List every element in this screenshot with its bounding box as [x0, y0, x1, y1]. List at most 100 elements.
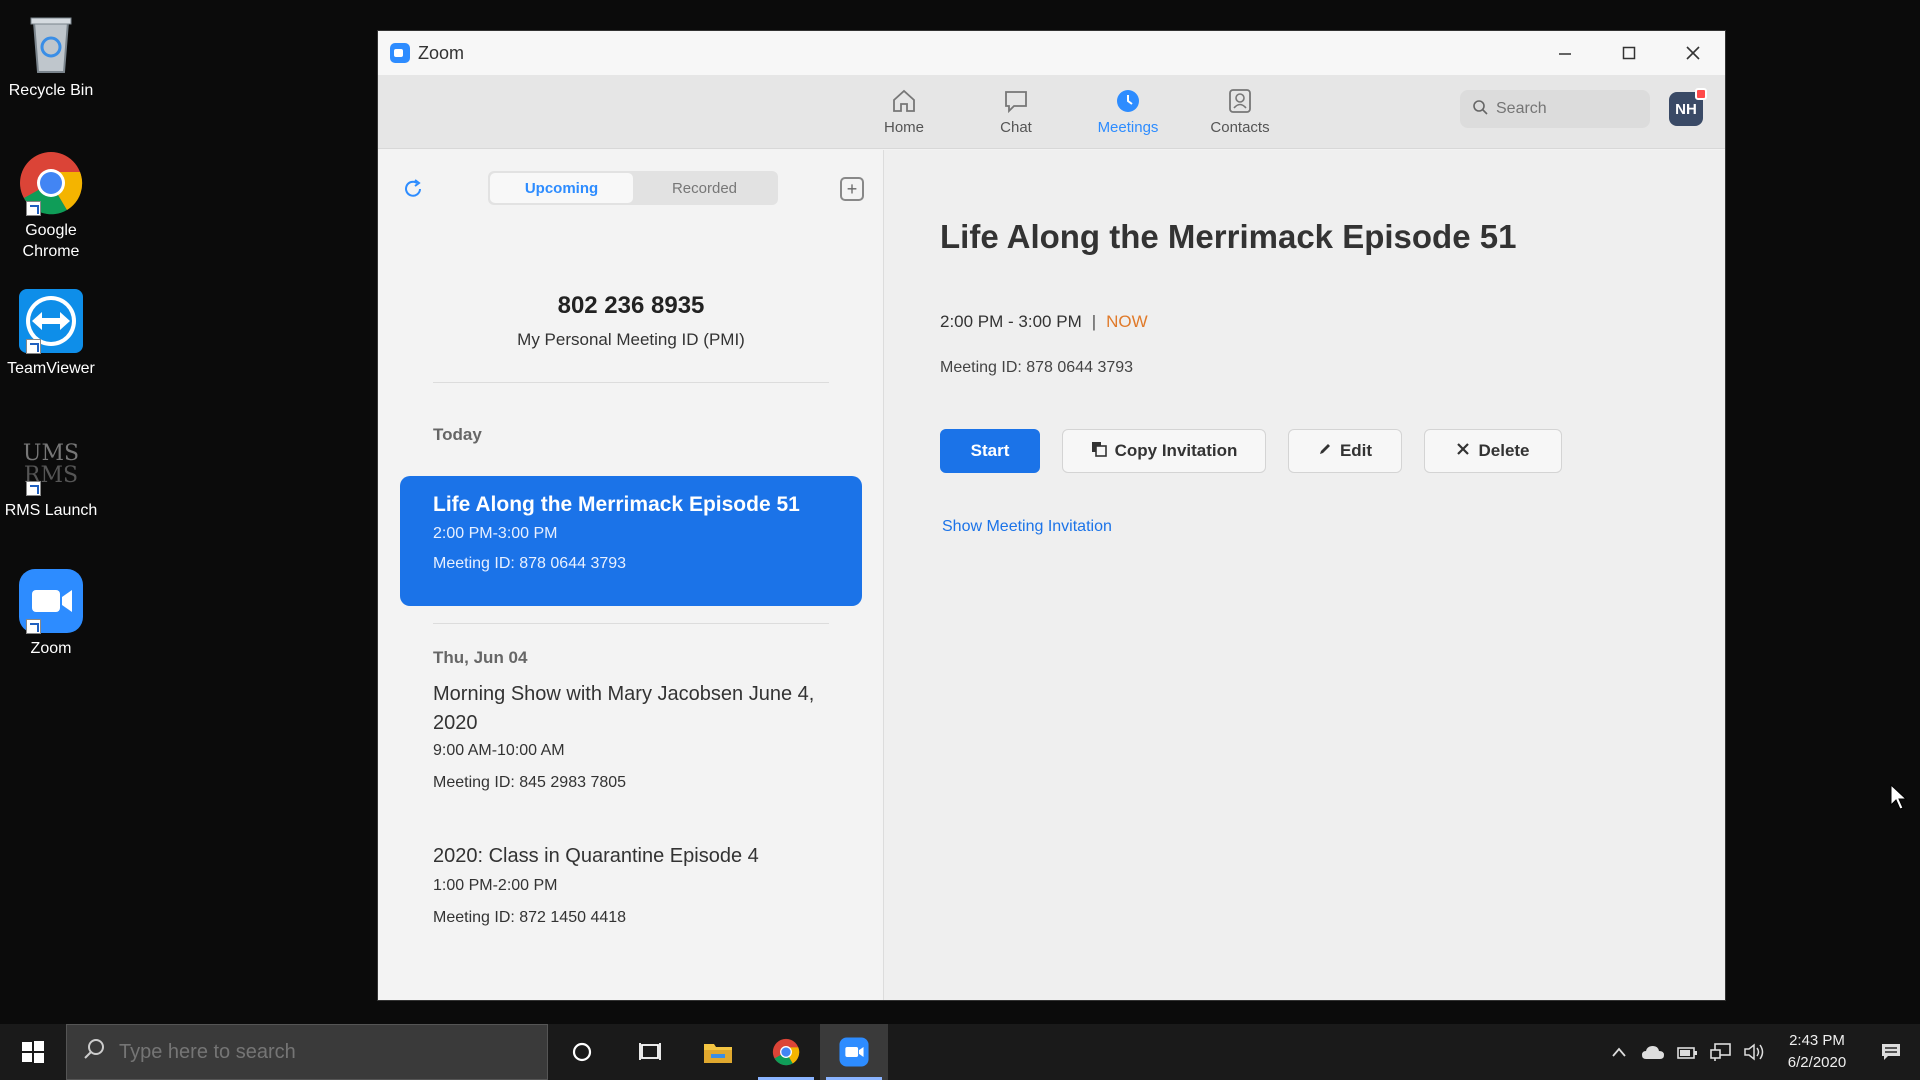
zoom-icon: [18, 568, 84, 634]
teamviewer-icon: [18, 288, 84, 354]
meeting-item[interactable]: 2020: Class in Quarantine Episode 4 1:00…: [400, 842, 840, 927]
desktop-icon-zoom[interactable]: Zoom: [0, 568, 102, 659]
meetings-list-pane: Upcoming Recorded + 802 236 8935 My Pers…: [378, 150, 884, 1000]
copy-invitation-button[interactable]: Copy Invitation: [1062, 429, 1266, 473]
meeting-detail-pane: Life Along the Merrimack Episode 51 2:00…: [884, 150, 1725, 1000]
tab-label: Contacts: [1210, 119, 1270, 136]
desktop-icon-google-chrome[interactable]: Google Chrome: [0, 150, 102, 262]
avatar-initials: NH: [1675, 100, 1697, 118]
main-content: Upcoming Recorded + 802 236 8935 My Pers…: [378, 150, 1725, 1000]
chevron-up-icon: [1612, 1047, 1626, 1057]
task-view-icon: [639, 1043, 661, 1060]
desktop-icon-rms-launch[interactable]: UMS RMS RMS Launch: [0, 430, 102, 521]
desktop-icon-recycle-bin[interactable]: Recycle Bin: [0, 10, 102, 101]
edit-button[interactable]: Edit: [1288, 429, 1402, 473]
taskbar-search-input[interactable]: [119, 1040, 539, 1064]
detail-meeting-id: Meeting ID: 878 0644 3793: [940, 359, 1134, 376]
clock-date: 6/2/2020: [1787, 1054, 1847, 1071]
action-buttons: Start Copy Invitation Edit Delete: [940, 429, 1584, 473]
taskbar-zoom-button[interactable]: [820, 1024, 888, 1080]
battery-button[interactable]: [1670, 1043, 1704, 1061]
search-box[interactable]: [1460, 90, 1650, 128]
copy-icon: [1091, 441, 1107, 462]
meeting-title: 2020: Class in Quarantine Episode 4: [433, 845, 759, 867]
close-icon: [1686, 46, 1700, 60]
tab-home[interactable]: Home: [848, 87, 960, 136]
cortana-button[interactable]: [548, 1024, 616, 1080]
maximize-icon: [1622, 46, 1636, 60]
x-icon: [1456, 442, 1470, 461]
tab-contacts[interactable]: Contacts: [1184, 87, 1296, 136]
action-center-button[interactable]: [1862, 1042, 1920, 1062]
battery-icon: [1677, 1047, 1697, 1059]
contacts-icon: [1226, 87, 1254, 115]
title-bar[interactable]: Zoom: [378, 31, 1725, 75]
meeting-id: Meeting ID: 878 0644 3793: [433, 555, 627, 572]
chat-icon: [1002, 87, 1030, 115]
tab-upcoming[interactable]: Upcoming: [490, 173, 633, 203]
zoom-icon: [839, 1037, 869, 1067]
show-meeting-invitation-link[interactable]: Show Meeting Invitation: [942, 518, 1112, 536]
cortana-icon: [572, 1042, 592, 1062]
meeting-id: Meeting ID: 845 2983 7805: [433, 774, 627, 791]
avatar[interactable]: NH: [1669, 88, 1707, 126]
meeting-id: Meeting ID: 872 1450 4418: [433, 909, 627, 926]
section-label-today: Today: [433, 425, 482, 444]
shortcut-arrow-icon: [26, 201, 41, 216]
meeting-item[interactable]: Morning Show with Mary Jacobsen June 4, …: [400, 680, 840, 792]
tab-recorded[interactable]: Recorded: [633, 173, 776, 203]
refresh-button[interactable]: [402, 178, 424, 200]
tab-label: Home: [883, 119, 924, 136]
maximize-button[interactable]: [1597, 31, 1661, 75]
meeting-title: Morning Show with Mary Jacobsen June 4, …: [433, 683, 815, 734]
top-nav-bar: Home Chat Meetings Contacts Search NH: [378, 75, 1725, 149]
taskbar-chrome-button[interactable]: [752, 1024, 820, 1080]
desktop-icon-label: Recycle Bin: [8, 82, 94, 99]
recycle-bin-icon: [18, 10, 84, 76]
start-button[interactable]: Start: [940, 429, 1040, 473]
minimize-button[interactable]: [1533, 31, 1597, 75]
window-controls: [1533, 31, 1725, 75]
notification-icon: [1882, 1044, 1900, 1060]
desktop-icon-label: RMS Launch: [4, 502, 98, 519]
plus-icon: +: [846, 179, 858, 199]
meeting-time: 9:00 AM-10:00 AM: [433, 742, 565, 759]
close-button[interactable]: [1661, 31, 1725, 75]
tab-meetings[interactable]: Meetings: [1072, 87, 1184, 136]
add-meeting-button[interactable]: +: [840, 177, 864, 201]
volume-button[interactable]: [1738, 1042, 1772, 1062]
meeting-time: 2:00 PM-3:00 PM: [433, 525, 558, 542]
window-title: Zoom: [418, 42, 465, 63]
taskbar-clock[interactable]: 2:43 PM 6/2/2020: [1772, 1030, 1862, 1074]
cloud-icon: [1642, 1046, 1664, 1059]
delete-button[interactable]: Delete: [1424, 429, 1562, 473]
personal-meeting-id[interactable]: 802 236 8935 My Personal Meeting ID (PMI…: [378, 292, 884, 350]
segmented-control: Upcoming Recorded: [488, 171, 778, 205]
shortcut-arrow-icon: [26, 481, 41, 496]
onedrive-button[interactable]: [1636, 1044, 1670, 1060]
tab-label: Chat: [1000, 119, 1032, 136]
desktop-icon-teamviewer[interactable]: TeamViewer: [0, 288, 102, 379]
show-hidden-icons-button[interactable]: [1602, 1046, 1636, 1058]
tab-chat[interactable]: Chat: [960, 87, 1072, 136]
network-button[interactable]: [1704, 1042, 1738, 1062]
section-label-date: Thu, Jun 04: [433, 648, 528, 667]
desktop-icon-label: Zoom: [30, 640, 72, 657]
shortcut-arrow-icon: [26, 339, 41, 354]
file-explorer-button[interactable]: [684, 1024, 752, 1080]
delete-label: Delete: [1478, 441, 1530, 460]
search-input[interactable]: [1496, 100, 1636, 118]
zoom-logo-icon: [390, 43, 410, 63]
network-icon: [1710, 1043, 1731, 1061]
edit-label: Edit: [1339, 441, 1373, 460]
zoom-window: Zoom Home Chat Meetings Contacts Search …: [377, 30, 1726, 1001]
minimize-icon: [1559, 53, 1571, 55]
meeting-item-selected[interactable]: Life Along the Merrimack Episode 51 2:00…: [400, 476, 862, 606]
divider: [433, 623, 829, 624]
start-button[interactable]: [0, 1024, 66, 1080]
detail-time-row: 2:00 PM - 3:00 PM | NOW: [940, 312, 1148, 332]
speaker-icon: [1744, 1043, 1764, 1061]
task-view-button[interactable]: [616, 1024, 684, 1080]
rms-launch-icon: UMS RMS: [18, 430, 84, 496]
taskbar-search[interactable]: [66, 1024, 548, 1080]
